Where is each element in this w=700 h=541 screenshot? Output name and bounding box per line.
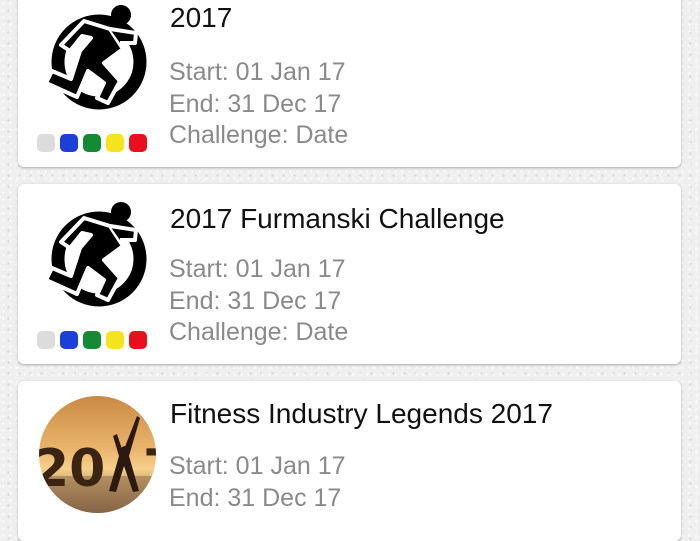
yellow-dot-icon <box>106 331 124 349</box>
sunset-yoga-2017-photo: 20 7 <box>39 396 156 513</box>
challenge-type: Challenge: Date <box>169 318 349 346</box>
red-dot-icon <box>129 331 147 349</box>
start-date: Start: 01 Jan 17 <box>169 58 346 86</box>
green-dot-icon <box>83 331 101 349</box>
challenge-details: Start: 01 Jan 17 End: 31 Dec 17 Challeng… <box>169 254 348 349</box>
yellow-dot-icon <box>106 134 124 152</box>
color-legend <box>37 331 147 349</box>
svg-text:7: 7 <box>143 439 156 499</box>
runner-logo-icon <box>44 202 154 312</box>
challenge-details: Start: 01 Jan 17 End: 31 Dec 17 Challeng… <box>169 57 348 152</box>
end-date: End: 31 Dec 17 <box>169 89 342 118</box>
end-date: End: 31 Dec 17 <box>169 286 342 315</box>
challenge-type: Challenge: Date <box>169 121 349 149</box>
green-dot-icon <box>83 134 101 152</box>
gray-dot-icon <box>37 331 55 349</box>
red-dot-icon <box>129 134 147 152</box>
color-legend <box>37 134 147 152</box>
runner-logo-icon <box>44 5 154 115</box>
blue-dot-icon <box>60 134 78 152</box>
challenge-details: Start: 01 Jan 17 End: 31 Dec 17 <box>169 451 346 514</box>
end-date: End: 31 Dec 17 <box>169 483 342 512</box>
challenge-card-3[interactable]: 20 7 Fitness Industry Legends 2017 Start… <box>18 381 681 541</box>
gray-dot-icon <box>37 134 55 152</box>
challenge-title: 2017 <box>170 2 233 33</box>
start-date: Start: 01 Jan 17 <box>169 452 346 480</box>
challenge-card-2[interactable]: 2017 Furmanski Challenge Start: 01 Jan 1… <box>18 184 681 364</box>
blue-dot-icon <box>60 331 78 349</box>
challenge-title: 2017 Furmanski Challenge <box>170 203 505 234</box>
start-date: Start: 01 Jan 17 <box>169 255 346 283</box>
challenge-title: Fitness Industry Legends 2017 <box>170 398 553 429</box>
svg-text:20: 20 <box>39 439 105 499</box>
challenge-card-1[interactable]: 2017 Start: 01 Jan 17 End: 31 Dec 17 Cha… <box>18 0 681 167</box>
